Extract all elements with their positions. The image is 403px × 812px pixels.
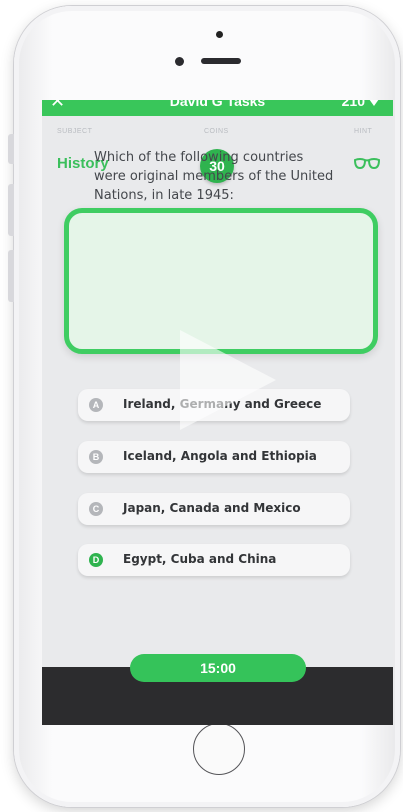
answer-option-d[interactable]: D Egypt, Cuba and China	[78, 544, 350, 576]
app-screen: ✕ David G Tasks 210 SUBJECT COINS HINT H…	[42, 100, 393, 725]
timer-button[interactable]: 15:00	[130, 654, 306, 682]
earpiece-speaker	[201, 58, 241, 64]
points-counter[interactable]: 210	[342, 100, 379, 109]
answer-option-b[interactable]: B Iceland, Angola and Ethiopia	[78, 441, 350, 473]
answer-option-c[interactable]: C Japan, Canada and Mexico	[78, 493, 350, 525]
subject-label: SUBJECT	[57, 128, 93, 135]
play-icon[interactable]	[180, 330, 276, 430]
volume-up-button	[8, 184, 14, 236]
question-text: Which of the following countries were or…	[94, 150, 334, 203]
coins-label: COINS	[204, 128, 229, 135]
answer-letter: D	[89, 553, 103, 567]
answer-letter: B	[89, 450, 103, 464]
points-value: 210	[341, 100, 365, 109]
front-camera	[175, 57, 184, 66]
glasses-icon[interactable]	[353, 156, 381, 175]
volume-down-button	[8, 250, 14, 302]
answer-text: Egypt, Cuba and China	[123, 552, 277, 566]
answer-text: Iceland, Angola and Ethiopia	[123, 449, 317, 463]
answer-letter: A	[89, 398, 103, 412]
mute-switch	[8, 134, 14, 164]
home-button[interactable]	[193, 723, 245, 775]
page-title: David G Tasks	[169, 100, 266, 109]
chevron-down-icon	[369, 100, 379, 106]
hint-label: HINT	[354, 128, 373, 135]
header-bar: ✕ David G Tasks 210	[42, 100, 393, 116]
proximity-sensor	[216, 31, 223, 38]
answer-letter: C	[89, 502, 103, 516]
answer-text: Japan, Canada and Mexico	[123, 501, 301, 515]
